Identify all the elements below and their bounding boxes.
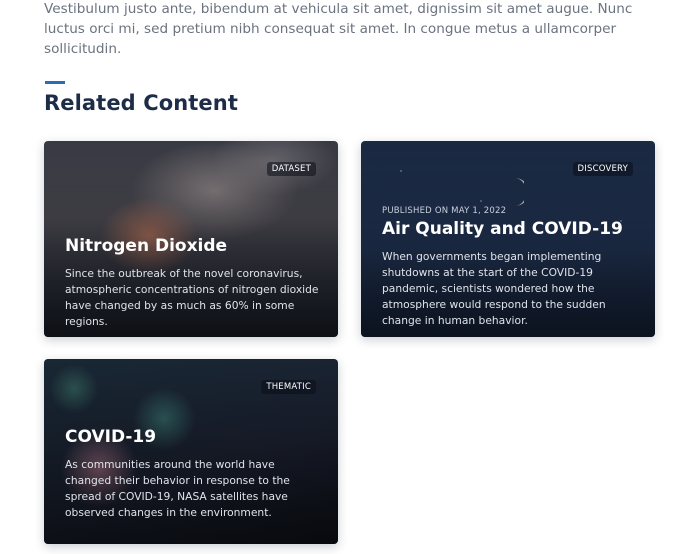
card-type-tag: DATASET <box>266 162 316 176</box>
card-title[interactable]: Air Quality and COVID-19 <box>382 219 637 239</box>
card-title[interactable]: COVID-19 <box>65 427 320 447</box>
section-title: Related Content <box>44 91 238 115</box>
card-air-quality-covid[interactable]: DISCOVERY PUBLISHED ON MAY 1, 2022 Air Q… <box>361 141 655 337</box>
section-accent-rule <box>45 81 65 84</box>
card-nitrogen-dioxide[interactable]: DATASET Nitrogen Dioxide Since the outbr… <box>44 141 338 337</box>
card-description: As communities around the world have cha… <box>65 458 290 519</box>
card-type-tag: THEMATIC <box>261 380 316 394</box>
card-type-tag: DISCOVERY <box>572 162 633 176</box>
card-title[interactable]: Nitrogen Dioxide <box>65 236 320 256</box>
card-body: PUBLISHED ON MAY 1, 2022 Air Quality and… <box>382 206 637 329</box>
card-covid-19[interactable]: THEMATIC COVID-19 As communities around … <box>44 359 338 544</box>
card-description: Since the outbreak of the novel coronavi… <box>65 267 319 328</box>
card-publish-date: PUBLISHED ON MAY 1, 2022 <box>382 206 507 216</box>
card-body: COVID-19 As communities around the world… <box>65 427 320 521</box>
page: Vestibulum justo ante, bibendum at vehic… <box>0 0 700 554</box>
card-body: Nitrogen Dioxide Since the outbreak of t… <box>65 236 320 330</box>
card-description: When governments began implementing shut… <box>382 250 606 327</box>
intro-paragraph: Vestibulum justo ante, bibendum at vehic… <box>44 1 633 57</box>
